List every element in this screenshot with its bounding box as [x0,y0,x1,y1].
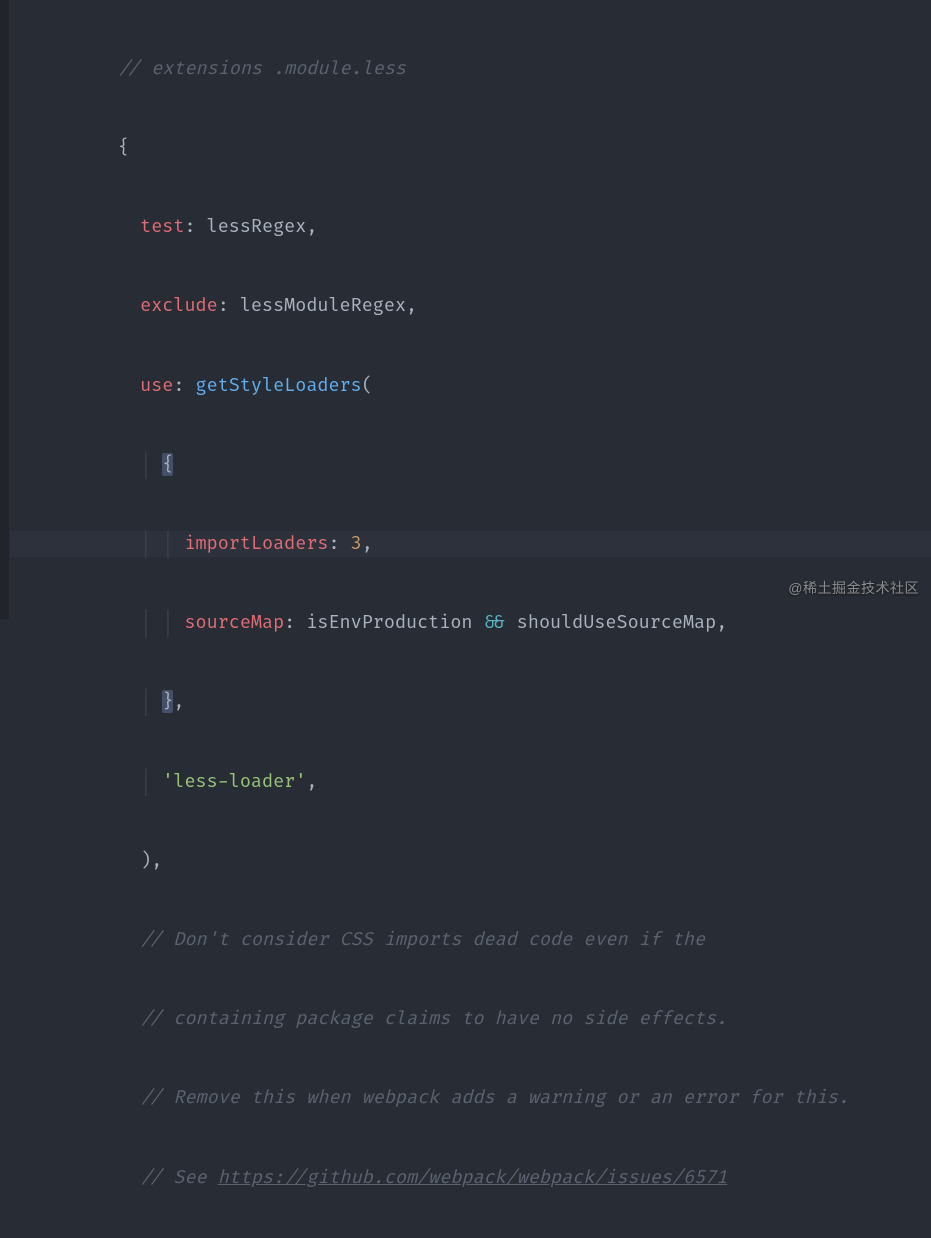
code-line: │ 'less-loader', [10,769,931,795]
code-line: exclude: lessModuleRegex, [10,293,931,319]
property-key: test [140,215,184,238]
identifier: lessModuleRegex [240,294,406,317]
operator: && [484,611,506,634]
watermark: @稀土掘金技术社区 [788,575,919,601]
code-line: // extensions .module.less [10,56,931,82]
bracket-match: } [162,690,173,713]
comment: // containing package claims to have no … [140,1007,727,1030]
code-line: │ { [10,452,931,478]
code-line: // See https://github.com/webpack/webpac… [10,1165,931,1191]
comment: // Don't consider CSS imports dead code … [140,928,705,951]
issue-link[interactable]: https://github.com/webpack/webpack/issue… [218,1166,728,1189]
property-key: importLoaders [184,532,328,555]
code-line: // Remove this when webpack adds a warni… [10,1085,931,1111]
property-key: sourceMap [184,611,284,634]
identifier: lessRegex [207,215,307,238]
code-line: // containing package claims to have no … [10,1006,931,1032]
string-literal: 'less-loader' [162,770,306,793]
function-call: getStyleLoaders [196,374,362,397]
bracket-match: { [162,453,173,476]
comment: // Remove this when webpack adds a warni… [140,1086,849,1109]
code-line: │ }, [10,689,931,715]
code-editor[interactable]: // extensions .module.less { test: lessR… [0,0,931,1238]
comment: // extensions .module.less [118,57,406,80]
code-line: // Don't consider CSS imports dead code … [10,927,931,953]
code-line: use: getStyleLoaders( [10,373,931,399]
code-line: test: lessRegex, [10,214,931,240]
number-literal: 3 [351,532,362,555]
code-line: ), [10,848,931,874]
identifier: shouldUseSourceMap [517,611,716,634]
property-key: use [140,374,173,397]
comment: // See https://github.com/webpack/webpac… [140,1166,727,1189]
code-line: │ │ sourceMap: isEnvProduction && should… [10,610,931,636]
property-key: exclude [140,294,218,317]
code-line: { [10,135,931,161]
code-line: │ │ importLoaders: 3, [10,531,931,557]
identifier: isEnvProduction [306,611,472,634]
